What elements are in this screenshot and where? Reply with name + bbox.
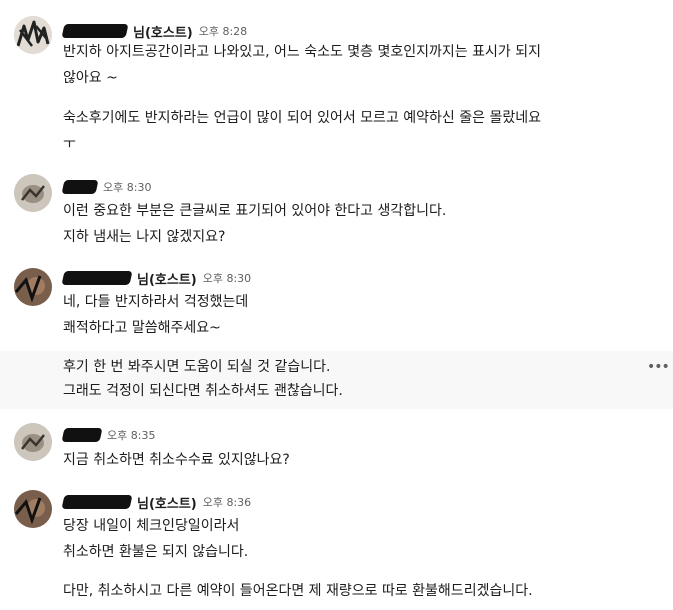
message-text: 네, 다들 반지하라서 걱정했는데	[63, 294, 249, 310]
message-text: ㅜ	[63, 136, 76, 152]
sender-name-redacted[interactable]	[61, 180, 99, 194]
message-text: 그래도 걱정이 되신다면 취소하셔도 괜찮습니다.	[63, 383, 343, 399]
timestamp[interactable]: 오후 8:30	[203, 270, 251, 286]
avatar[interactable]	[14, 16, 52, 54]
sender-name-redacted[interactable]	[61, 24, 129, 38]
host-label: 님(호스트)	[137, 272, 197, 288]
message-text: 지금 취소하면 취소수수료 있지않나요?	[63, 452, 290, 468]
avatar-image	[14, 174, 52, 212]
message-text: 후기 한 번 봐주시면 도움이 되실 것 같습니다.	[63, 359, 331, 375]
message-text: 쾌적하다고 말씀해주세요~	[63, 320, 221, 336]
message-header: 님(호스트) 오후 8:30	[61, 269, 251, 288]
message-text: 이런 중요한 부분은 큰글씨로 표기되어 있어야 한다고 생각합니다.	[63, 203, 447, 219]
timestamp[interactable]: 오후 8:36	[203, 494, 251, 510]
avatar-image	[14, 490, 52, 528]
message-text: 않아요 ~	[63, 70, 118, 86]
message-header: 오후 8:30	[61, 178, 151, 196]
more-horizontal-icon[interactable]: •••	[647, 358, 670, 376]
sender-name-redacted[interactable]	[61, 271, 133, 285]
avatar-image	[14, 16, 52, 54]
host-label: 님(호스트)	[133, 25, 193, 41]
avatar[interactable]	[14, 268, 52, 306]
timestamp[interactable]: 오후 8:30	[103, 179, 151, 195]
timestamp[interactable]: 오후 8:35	[107, 427, 155, 443]
sender-name-redacted[interactable]	[61, 495, 133, 509]
message-text: 반지하 아지트공간이라고 나와있고, 어느 숙소도 몇층 몇호인지까지는 표시가…	[63, 44, 541, 60]
message-text: 지하 냄새는 나지 않겠지요?	[63, 229, 226, 245]
sender-name-redacted[interactable]	[61, 428, 103, 442]
avatar[interactable]	[14, 490, 52, 528]
message-header: 님(호스트) 오후 8:36	[61, 493, 251, 512]
message-text: 다만, 취소하시고 다른 예약이 들어온다면 제 재량으로 따로 환불해드리겠습…	[63, 583, 533, 599]
message-header: 님(호스트) 오후 8:28	[61, 22, 247, 41]
message-text: 숙소후기에도 반지하라는 언급이 많이 되어 있어서 모르고 예약하신 줄은 몰…	[63, 110, 541, 126]
message-text: 취소하면 환불은 되지 않습니다.	[63, 544, 249, 560]
avatar-image	[14, 268, 52, 306]
avatar-image	[14, 423, 52, 461]
host-label: 님(호스트)	[137, 496, 197, 512]
avatar[interactable]	[14, 423, 52, 461]
message-header: 오후 8:35	[61, 426, 155, 444]
timestamp[interactable]: 오후 8:28	[199, 23, 247, 39]
avatar[interactable]	[14, 174, 52, 212]
message-text: 당장 내일이 체크인당일이라서	[63, 518, 240, 534]
chat-thread: ••• 님(호스트) 오후 8:28 반지하 아지트공간이라고 나와있고, 어느…	[0, 0, 673, 610]
